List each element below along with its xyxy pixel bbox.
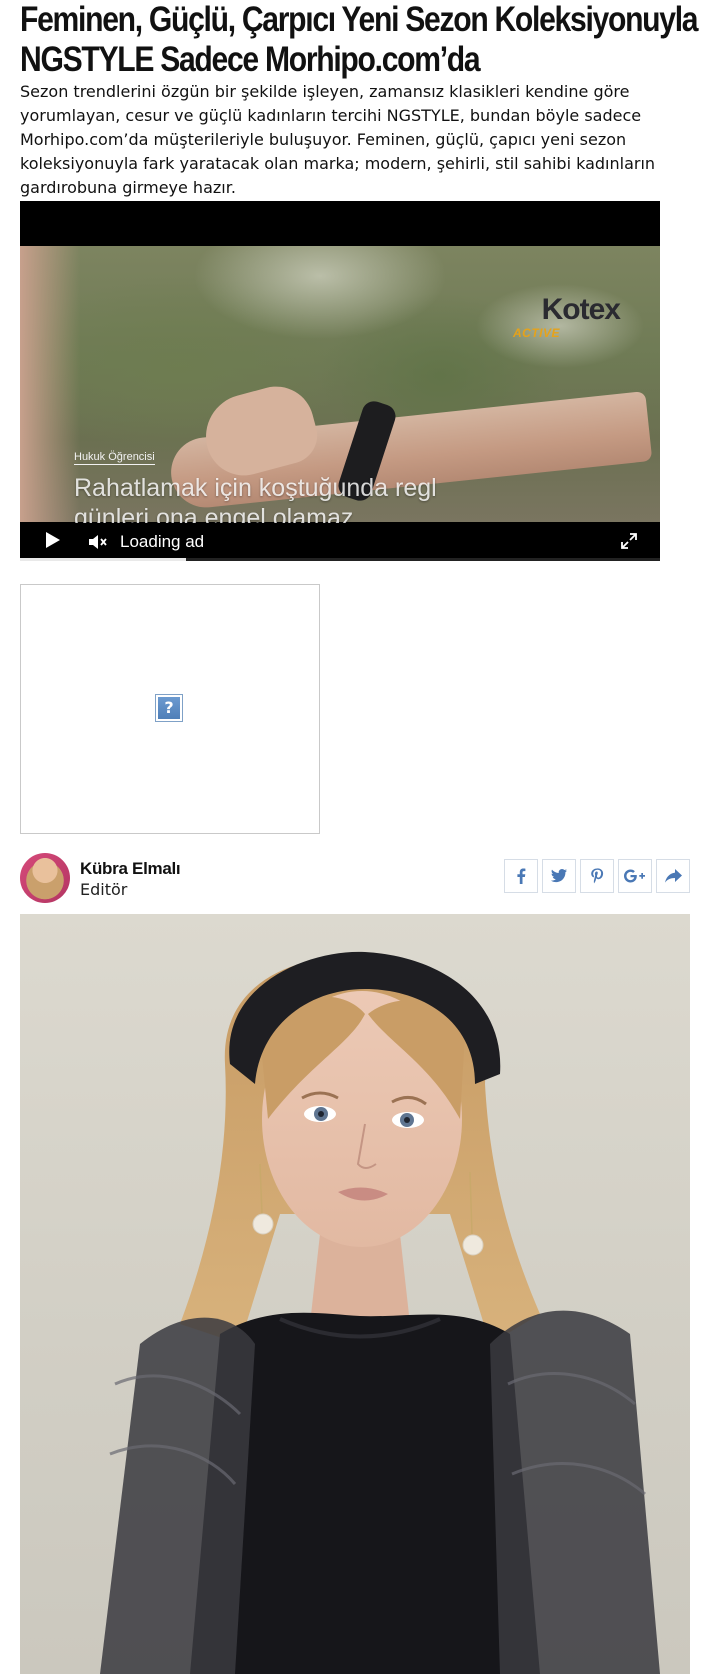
avatar[interactable]: [20, 853, 70, 903]
share-google-plus-button[interactable]: [618, 859, 652, 893]
article-headline: Feminen, Güçlü, Çarpıcı Yeni Sezon Kolek…: [20, 0, 699, 79]
video-frame: Kotex ACTIVE Hukuk Öğrencisi Rahatlamak …: [20, 246, 660, 532]
ad-question-glyph: ?: [158, 697, 180, 719]
author-name[interactable]: Kübra Elmalı: [80, 859, 181, 879]
share-twitter-button[interactable]: [542, 859, 576, 893]
hero-image: [20, 914, 690, 1674]
pinterest-icon: [591, 868, 604, 884]
play-icon[interactable]: [46, 532, 60, 548]
google-plus-icon: [624, 869, 645, 883]
model-photo: [100, 951, 660, 1674]
brand-logo-sub: ACTIVE: [512, 326, 560, 340]
brand-logo: Kotex: [541, 293, 621, 326]
author-role: Editör: [80, 880, 128, 899]
video-progress-bar[interactable]: [20, 558, 660, 561]
article: Feminen, Güçlü, Çarpıcı Yeni Sezon Kolek…: [20, 0, 699, 1674]
ad-placeholder[interactable]: ?: [20, 584, 320, 834]
video-controls: Loading ad: [20, 523, 660, 561]
share-buttons: [504, 859, 690, 893]
facebook-icon: [517, 868, 526, 884]
twitter-icon: [550, 869, 567, 883]
fullscreen-icon[interactable]: [620, 532, 638, 550]
video-scene-shoulder: [20, 246, 80, 522]
video-caption-tag: Hukuk Öğrencisi: [74, 451, 155, 465]
brand-logo-text: Kotex: [541, 293, 621, 326]
video-status-label: Loading ad: [120, 532, 205, 551]
share-facebook-button[interactable]: [504, 859, 538, 893]
share-pinterest-button[interactable]: [580, 859, 614, 893]
video-ad-player[interactable]: Kotex ACTIVE Hukuk Öğrencisi Rahatlamak …: [20, 201, 660, 561]
broken-image-question-icon: ?: [155, 694, 183, 722]
author-row: Kübra Elmalı Editör: [20, 853, 690, 905]
share-icon: [665, 869, 682, 883]
mute-icon[interactable]: [86, 531, 108, 553]
video-progress-fill: [20, 558, 187, 561]
share-button[interactable]: [656, 859, 690, 893]
article-summary: Sezon trendlerini özgün bir şekilde işle…: [20, 82, 656, 197]
